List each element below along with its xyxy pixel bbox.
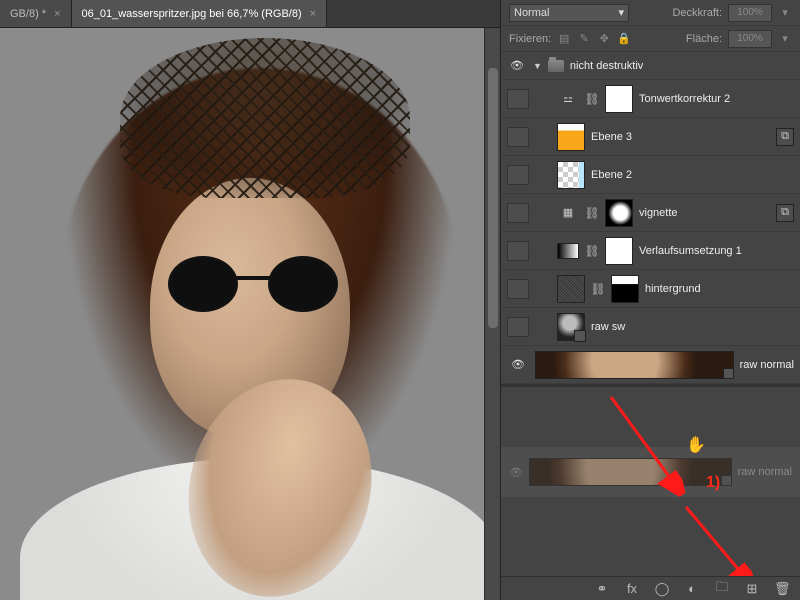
opacity-label: Deckkraft: — [672, 7, 722, 19]
layer-name[interactable]: Verlaufsumsetzung 1 — [639, 245, 742, 257]
levels-adjustment-icon: ⚍ — [557, 88, 579, 110]
layer-drag-ghost: 👁 raw normal ✋ 1) — [501, 447, 800, 497]
annotation-step-label: 1) — [706, 474, 720, 492]
visibility-toggle[interactable] — [507, 127, 529, 147]
layer-row[interactable]: Ebene 2 — [501, 156, 800, 194]
layer-mask-thumb[interactable] — [611, 275, 639, 303]
layer-name[interactable]: raw normal — [740, 359, 794, 371]
layer-row[interactable]: ⛓ Verlaufsumsetzung 1 — [501, 232, 800, 270]
layer-row[interactable]: ⛓ hintergrund — [501, 270, 800, 308]
layer-row[interactable]: ▦ ⛓ vignette ⧉ — [501, 194, 800, 232]
new-layer-icon[interactable]: ⊞ — [744, 581, 760, 597]
close-icon[interactable]: × — [310, 8, 316, 20]
visibility-toggle[interactable] — [507, 241, 529, 261]
link-icon[interactable]: ⛓ — [585, 241, 599, 261]
visibility-toggle[interactable] — [507, 279, 529, 299]
layer-thumb[interactable] — [557, 161, 585, 189]
visibility-toggle[interactable] — [507, 203, 529, 223]
link-layers-icon[interactable]: ⚭ — [594, 581, 610, 597]
canvas-scrollbar[interactable] — [484, 28, 500, 600]
visibility-toggle[interactable] — [507, 317, 529, 337]
layer-name[interactable]: vignette — [639, 207, 678, 219]
lock-transparency-icon[interactable]: ▤ — [557, 32, 571, 46]
lock-position-icon[interactable]: ✥ — [597, 32, 611, 46]
add-mask-icon[interactable]: ◯ — [654, 581, 670, 597]
layer-name[interactable]: Ebene 3 — [591, 131, 632, 143]
layer-name: raw normal — [738, 466, 792, 478]
document-tab-inactive[interactable]: GB/8) * × — [0, 0, 72, 27]
lock-all-icon[interactable]: 🔒 — [617, 32, 631, 46]
gradient-adjustment-icon — [557, 243, 579, 259]
layer-name[interactable]: Tonwertkorrektur 2 — [639, 93, 730, 105]
layer-name[interactable]: hintergrund — [645, 283, 701, 295]
link-icon[interactable]: ⛓ — [585, 203, 599, 223]
layer-thumb — [529, 458, 732, 486]
layer-group-header[interactable]: 👁 ▼ nicht destruktiv — [501, 52, 800, 80]
layer-row[interactable]: 👁 raw normal — [501, 346, 800, 384]
opacity-input[interactable]: 100% — [728, 4, 772, 22]
visibility-toggle[interactable]: 👁 — [507, 357, 529, 373]
collapse-icon[interactable]: ▼ — [533, 61, 542, 71]
fill-label: Fläche: — [686, 33, 722, 45]
layer-name[interactable]: raw sw — [591, 321, 625, 333]
new-adjustment-icon[interactable]: ◐ — [684, 581, 700, 596]
lock-label: Fixieren: — [509, 33, 551, 45]
fill-input[interactable]: 100% — [728, 30, 772, 48]
layer-fx-icon[interactable]: fx — [624, 581, 640, 596]
layer-row[interactable]: Ebene 3 ⧉ — [501, 118, 800, 156]
visibility-toggle[interactable] — [507, 89, 529, 109]
layer-thumb[interactable] — [557, 275, 585, 303]
smart-object-icon: ⧉ — [776, 204, 794, 222]
new-group-icon[interactable]: 🗀 — [714, 578, 730, 600]
smart-object-icon: ⧉ — [776, 128, 794, 146]
chevron-down-icon: ▾ — [618, 6, 624, 19]
link-icon[interactable]: ⛓ — [585, 89, 599, 109]
layer-mask-thumb[interactable] — [605, 85, 633, 113]
layers-panel: Normal ▾ Deckkraft: 100% ▾ Fixieren: ▤ ✎… — [500, 0, 800, 600]
group-name[interactable]: nicht destruktiv — [570, 60, 643, 72]
close-icon[interactable]: × — [54, 8, 60, 20]
link-icon[interactable]: ⛓ — [591, 279, 605, 299]
tab-label: GB/8) * — [10, 8, 46, 20]
layer-mask-thumb[interactable] — [605, 199, 633, 227]
document-tab-active[interactable]: 06_01_wasserspritzer.jpg bei 66,7% (RGB/… — [72, 0, 328, 27]
blend-mode-select[interactable]: Normal ▾ — [509, 4, 629, 22]
hand-cursor-icon: ✋ — [686, 435, 706, 455]
lock-pixels-icon[interactable]: ✎ — [577, 32, 591, 46]
layers-panel-footer: ⚭ fx ◯ ◐ 🗀 ⊞ 🗑 — [501, 576, 800, 600]
folder-icon — [548, 60, 564, 72]
visibility-toggle: 👁 — [509, 466, 523, 479]
visibility-toggle[interactable] — [507, 165, 529, 185]
delete-layer-icon[interactable]: 🗑 — [774, 581, 790, 597]
layer-thumb[interactable] — [557, 313, 585, 341]
blend-mode-value: Normal — [514, 7, 549, 19]
layer-name[interactable]: Ebene 2 — [591, 169, 632, 181]
tab-label: 06_01_wasserspritzer.jpg bei 66,7% (RGB/… — [82, 8, 302, 20]
chevron-down-icon[interactable]: ▾ — [778, 32, 792, 46]
layer-thumb[interactable] — [557, 123, 585, 151]
layer-row[interactable]: raw sw — [501, 308, 800, 346]
layer-thumb[interactable] — [535, 351, 734, 379]
layer-mask-thumb[interactable] — [605, 237, 633, 265]
chevron-down-icon[interactable]: ▾ — [778, 6, 792, 20]
gradient-map-icon: ▦ — [557, 202, 579, 224]
document-tab-bar: GB/8) * × 06_01_wasserspritzer.jpg bei 6… — [0, 0, 500, 28]
visibility-toggle[interactable]: 👁 — [507, 58, 527, 74]
layer-row[interactable]: ⚍ ⛓ Tonwertkorrektur 2 — [501, 80, 800, 118]
canvas-image[interactable] — [0, 28, 500, 600]
